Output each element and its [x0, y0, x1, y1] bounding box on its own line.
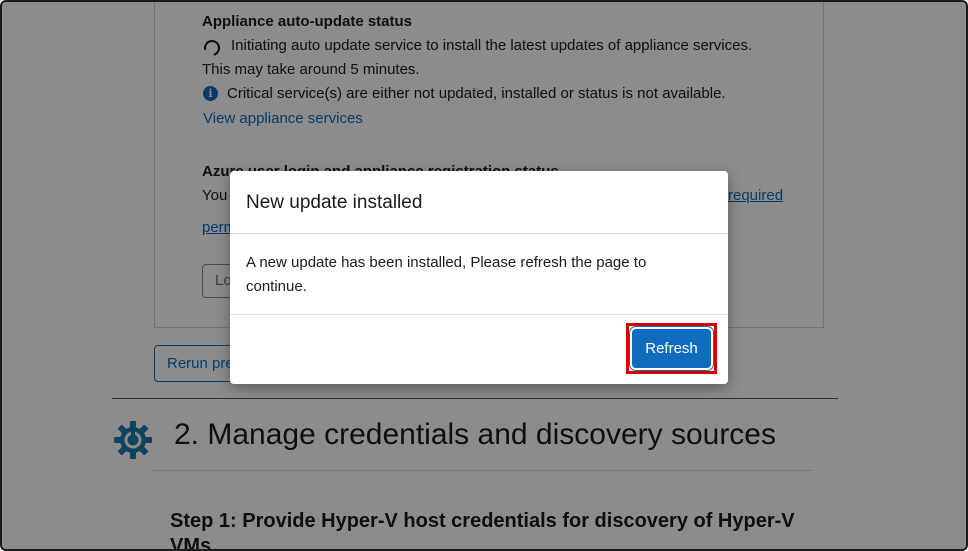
dialog-footer-divider — [230, 314, 728, 315]
refresh-button[interactable]: Refresh — [632, 329, 711, 368]
dialog-header-divider — [230, 233, 728, 234]
update-installed-dialog: New update installed A new update has be… — [230, 171, 728, 384]
dialog-title: New update installed — [246, 192, 423, 213]
screenshot-frame: Appliance auto-update status Initiating … — [0, 0, 968, 551]
dialog-message: A new update has been installed, Please … — [246, 254, 647, 295]
